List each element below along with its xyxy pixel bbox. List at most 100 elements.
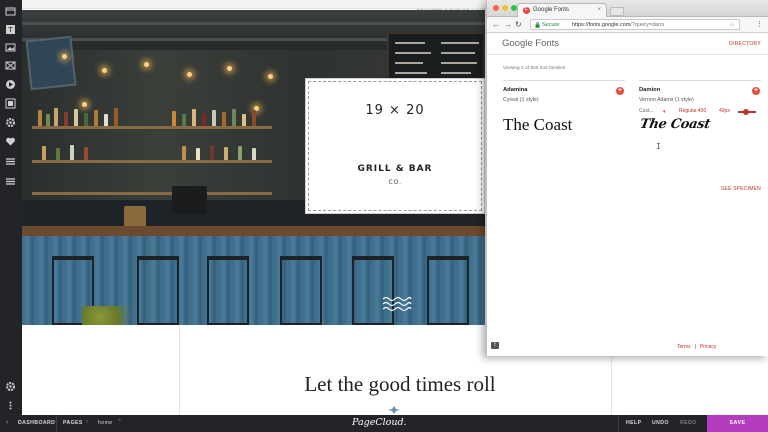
bottle [242, 114, 246, 126]
embed-icon[interactable] [5, 98, 16, 109]
bottle [84, 147, 88, 160]
bottle [210, 145, 214, 160]
bar-stool [352, 256, 394, 325]
bottle [222, 112, 226, 126]
browser-menu-icon[interactable]: ⋮ [756, 20, 763, 28]
back-chevron-icon[interactable]: ‹ [6, 419, 8, 426]
menu-icon[interactable] [5, 176, 16, 187]
light-bulb [82, 102, 87, 107]
heart-icon[interactable] [5, 136, 16, 147]
browser-window[interactable]: F Google Fonts × ← → ↻ Secure https://fo… [486, 0, 768, 356]
preset-select[interactable]: Cust... [639, 108, 653, 114]
new-tab-button[interactable] [610, 7, 624, 16]
bottle [192, 109, 196, 126]
light-bulb [227, 66, 232, 71]
editor-bottom-bar: ‹ DASHBOARD PAGES › home ^ PageCloud. HE… [0, 415, 768, 432]
more-options-icon[interactable] [5, 400, 16, 411]
bar-stool [427, 256, 469, 325]
light-bulb [268, 74, 273, 79]
text-icon[interactable]: T [5, 24, 16, 35]
terms-link[interactable]: Terms [677, 344, 691, 350]
pagecloud-logo: PageCloud. [352, 417, 407, 428]
card-subtitle: CO. [388, 178, 402, 186]
save-button[interactable]: SAVE [707, 415, 768, 432]
video-icon[interactable] [5, 79, 16, 90]
layers-icon[interactable] [5, 6, 16, 17]
size-value: 40px [719, 108, 730, 114]
privacy-link[interactable]: Privacy [700, 344, 716, 350]
bottle [74, 109, 78, 126]
divider [618, 415, 619, 432]
help-button[interactable]: HELP [626, 420, 641, 426]
browser-titlebar: F Google Fonts × [487, 0, 768, 17]
font-family-meta: Cyreal (1 style) [503, 97, 539, 103]
screen: T DESK [0, 0, 768, 432]
browser-toolbar: ← → ↻ Secure https://fonts.google.com/?q… [487, 17, 768, 33]
list-icon[interactable] [5, 156, 16, 167]
bottle [212, 110, 216, 126]
tab-close-icon[interactable]: × [597, 7, 601, 13]
undo-button[interactable]: UNDO [652, 420, 669, 426]
google-fonts-header: Google Fonts DIRECTORY [487, 33, 768, 55]
style-select[interactable]: Regular 400 [679, 108, 706, 114]
chevron-right-icon: › [86, 419, 88, 425]
reload-icon[interactable]: ↻ [515, 20, 522, 29]
chevron-down-icon[interactable]: ▾ [663, 109, 666, 115]
google-fonts-logo[interactable]: Google Fonts [502, 38, 559, 49]
chevron-up-icon[interactable]: ^ [118, 419, 121, 425]
font-family-name: Damion [639, 87, 661, 93]
font-card-adamina[interactable]: Adamina Cyreal (1 style) + [503, 80, 625, 103]
pages-button[interactable]: PAGES [63, 420, 83, 426]
minimize-window-icon[interactable] [502, 5, 508, 11]
site-settings-icon[interactable] [5, 381, 16, 392]
add-font-plus-icon[interactable]: + [616, 87, 624, 95]
gallery-icon[interactable] [5, 60, 16, 71]
liquor-shelf [32, 192, 272, 195]
logo-card[interactable]: 19 × 20 GRILL & BAR CO. [305, 78, 485, 214]
bookmark-star-icon[interactable]: ☆ [729, 21, 735, 29]
font-card-damion[interactable]: Damion Vernon Adams (1 style) + [639, 80, 761, 103]
light-bulb [62, 54, 67, 59]
directory-link[interactable]: DIRECTORY [729, 41, 761, 47]
address-bar[interactable]: Secure https://fonts.google.com/?query=d… [530, 19, 740, 30]
url-text: https://fonts.google.com/?query=dami [572, 21, 664, 28]
cash-register [172, 186, 207, 214]
page-headline[interactable]: Let the good times roll [262, 372, 538, 397]
browser-tab[interactable]: F Google Fonts × [517, 3, 607, 17]
google-fonts-favicon-icon: F [523, 7, 530, 14]
add-font-plus-icon[interactable]: + [752, 87, 760, 95]
size-slider-handle[interactable] [743, 108, 749, 115]
basket [124, 206, 146, 228]
dashboard-button[interactable]: DASHBOARD [18, 420, 55, 426]
settings-gear-icon[interactable] [5, 117, 16, 128]
bottle [182, 114, 186, 126]
footer-separator: | [694, 344, 696, 350]
feedback-icon[interactable]: ! [491, 342, 499, 349]
font-family-name: Adamina [503, 87, 528, 93]
bottle [224, 147, 228, 160]
bottle [114, 108, 118, 126]
close-window-icon[interactable] [493, 5, 499, 11]
bottle [252, 148, 256, 160]
bar-counter [22, 226, 485, 236]
see-specimen-link[interactable]: SEE SPECIMEN [721, 186, 761, 192]
left-toolbar: T [0, 0, 22, 415]
current-page-select[interactable]: home [98, 420, 113, 426]
bar-stool [207, 256, 249, 325]
liquor-shelf [32, 160, 272, 163]
bottle [94, 110, 98, 126]
bottle [196, 148, 200, 160]
redo-button[interactable]: REDO [680, 420, 697, 426]
bottle [64, 112, 68, 126]
selection-outline [308, 81, 482, 211]
image-icon[interactable] [5, 42, 16, 53]
back-arrow-icon[interactable]: ← [492, 20, 500, 29]
lock-icon [535, 22, 540, 28]
bottle [238, 146, 242, 160]
results-count: Viewing 2 of 900 font families [503, 66, 566, 71]
svg-text:T: T [7, 26, 13, 34]
forward-arrow-icon[interactable]: → [504, 20, 512, 29]
card-title: GRILL & BAR [357, 164, 433, 174]
bottle [56, 148, 60, 160]
ornament-icon [388, 406, 400, 414]
